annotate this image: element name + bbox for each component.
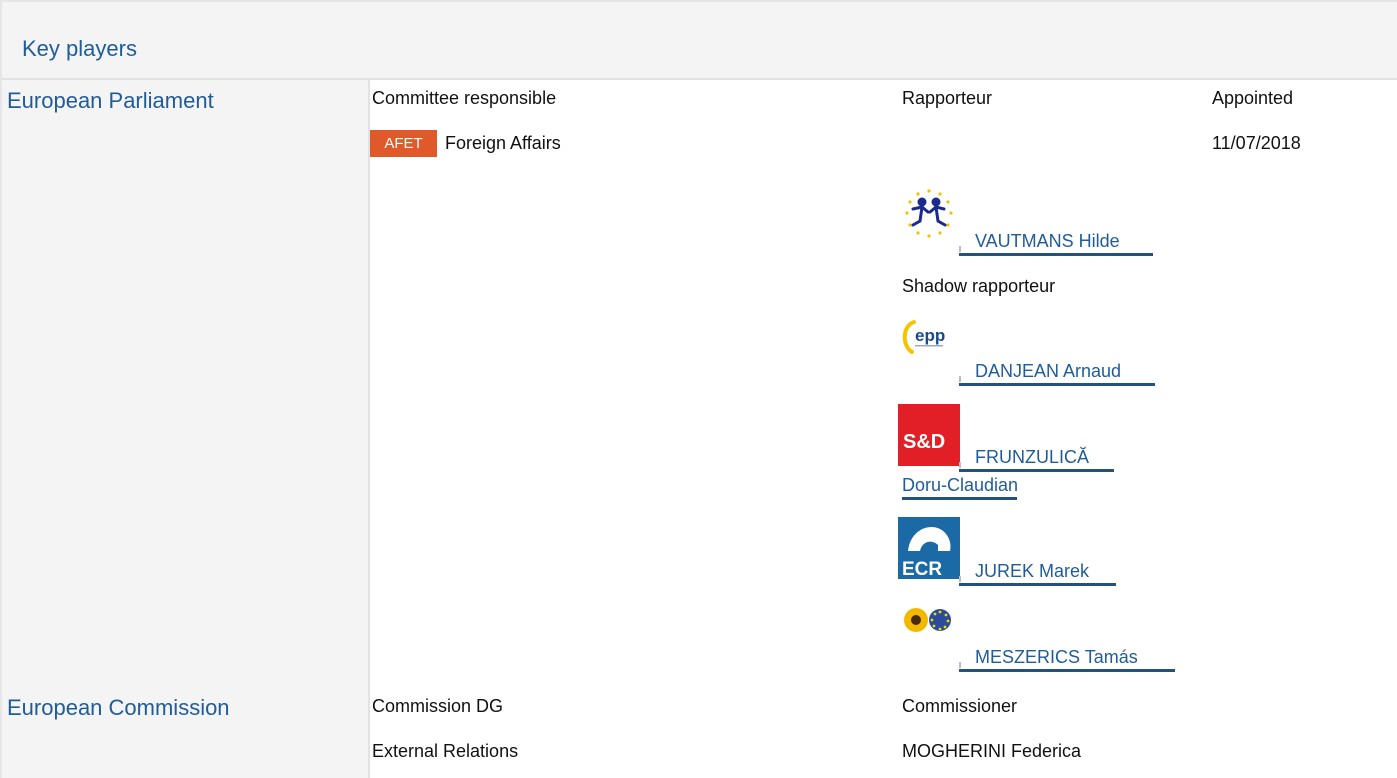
link-tick [959,576,961,582]
shadow-rapporteur-link-frunzulica[interactable]: FRUNZULICĂ [975,447,1089,468]
link-underline [902,497,1017,500]
link-underline [959,253,1153,256]
rapporteur-header: Rapporteur [902,88,993,108]
link-tick [959,462,961,468]
rapporteur-link[interactable]: VAUTMANS Hilde [975,231,1120,252]
sd-logo-icon: S&D [898,404,960,466]
institution-column: European Parliament European Commission [2,80,370,778]
european-parliament-heading: European Parliament [7,88,214,113]
shadow-rapporteur-header: Shadow rapporteur [902,276,1056,296]
shadow-rapporteur-link-danjean[interactable]: DANJEAN Arnaud [975,361,1121,382]
svg-text:epp: epp [915,326,945,345]
link-underline [959,669,1175,672]
epp-logo-icon: epp [898,318,960,380]
link-tick [959,376,961,382]
renew-europe-logo-icon [898,185,960,247]
link-tick [959,246,961,252]
committee-responsible-header: Committee responsible [372,88,557,108]
svg-text:ECR: ECR [902,559,942,579]
ecr-logo-icon: ECR [898,517,960,579]
svg-text:S&D: S&D [903,431,945,453]
appointed-date: 11/07/2018 [1212,133,1301,153]
commissioner-name: MOGHERINI Federica [902,741,1082,761]
committee-name: Foreign Affairs [445,133,561,153]
commissioner-header: Commissioner [902,696,1018,716]
shadow-rapporteur-link-frunzulica-line2[interactable]: Doru-Claudian [902,475,1018,496]
link-underline [959,583,1116,586]
appointed-header: Appointed [1212,88,1294,108]
shadow-rapporteur-link-meszerics[interactable]: MESZERICS Tamás [975,647,1138,668]
key-players-header: Key players [2,2,1397,80]
european-commission-heading: European Commission [7,695,230,720]
link-tick [959,662,961,668]
link-underline [959,383,1155,386]
committee-badge[interactable]: AFET [370,130,437,157]
panel-title: Key players [22,36,137,61]
commission-dg-header: Commission DG [372,696,504,716]
commission-dg-name: External Relations [372,741,519,761]
shadow-rapporteur-link-jurek[interactable]: JUREK Marek [975,561,1089,582]
link-underline [959,469,1114,472]
greens-efa-logo-icon [898,606,960,668]
